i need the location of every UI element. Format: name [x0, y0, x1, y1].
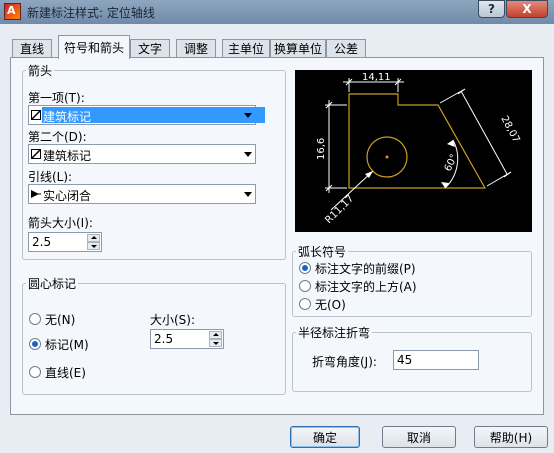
- arrow-size-value: 2.5: [32, 235, 52, 249]
- center-size-value: 2.5: [154, 332, 174, 346]
- arc-above-label: 标注文字的上方(A): [315, 280, 417, 294]
- second-arrow-value: 建筑标记: [43, 149, 92, 163]
- preview-left-dimension: 16,6: [316, 138, 327, 160]
- increment-icon[interactable]: [87, 234, 100, 242]
- preview-radius-dimension: R11,17: [323, 193, 356, 226]
- arc-none-label: 无(O): [315, 298, 346, 312]
- second-arrow-select[interactable]: 建筑标记: [28, 144, 256, 164]
- arc-prefix-radio[interactable]: [299, 262, 311, 274]
- leader-label: 引线(L):: [28, 170, 73, 184]
- window-title: 新建标注样式: 定位轴线: [27, 6, 155, 20]
- close-button[interactable]: X: [506, 0, 548, 18]
- second-arrow-label: 第二个(D):: [28, 130, 87, 144]
- tab-lines[interactable]: 直线: [12, 39, 52, 57]
- jog-angle-label: 折弯角度(J):: [312, 355, 377, 369]
- title-bar[interactable]: A 新建标注样式: 定位轴线 ? X: [0, 0, 554, 24]
- center-mark-radio[interactable]: [29, 338, 41, 350]
- tab-symbols-arrows[interactable]: 符号和箭头: [58, 35, 130, 59]
- arrowheads-group-label: 箭头: [26, 62, 55, 79]
- tab-tolerances[interactable]: 公差: [326, 39, 366, 57]
- arrow-size-label: 箭头大小(I):: [28, 216, 93, 230]
- arc-above-radio[interactable]: [299, 280, 311, 292]
- tab-primary-units[interactable]: 主单位: [222, 39, 270, 57]
- center-line-label: 直线(E): [45, 366, 86, 380]
- tab-fit[interactable]: 调整: [176, 39, 216, 57]
- arc-none-radio[interactable]: [299, 298, 311, 310]
- preview-right-dimension: 28,07: [498, 114, 521, 144]
- jog-angle-input[interactable]: 45: [393, 350, 479, 370]
- center-mark-label: 标记(M): [45, 338, 89, 352]
- dimension-preview-drawing: 14,11 16,6 28,07 60° R11,17: [316, 72, 522, 226]
- center-line-radio[interactable]: [29, 366, 41, 378]
- chevron-down-icon: [244, 152, 252, 157]
- chevron-down-icon: [244, 113, 252, 118]
- architectural-tick-icon: [31, 149, 41, 159]
- chevron-down-icon: [244, 192, 252, 197]
- first-arrow-label: 第一项(T):: [28, 91, 85, 105]
- first-arrow-value: 建筑标记: [43, 110, 92, 124]
- architectural-tick-icon: [31, 110, 41, 120]
- radius-jog-group-label: 半径标注折弯: [296, 324, 373, 341]
- leader-select[interactable]: 实心闭合: [28, 184, 256, 204]
- help-button[interactable]: 帮助(H): [474, 426, 548, 448]
- decrement-icon[interactable]: [209, 339, 222, 347]
- tab-alternate-units[interactable]: 换算单位: [270, 39, 326, 57]
- leader-value: 实心闭合: [43, 189, 92, 203]
- preview-top-dimension: 14,11: [362, 72, 391, 83]
- increment-icon[interactable]: [209, 331, 222, 339]
- center-none-radio[interactable]: [29, 313, 41, 325]
- help-title-button[interactable]: ?: [478, 0, 505, 18]
- app-icon: A: [4, 3, 21, 20]
- decrement-icon[interactable]: [87, 242, 100, 250]
- center-size-label: 大小(S):: [150, 313, 196, 327]
- arc-length-group-label: 弧长符号: [296, 243, 349, 260]
- center-marks-group-label: 圆心标记: [26, 275, 79, 292]
- center-none-label: 无(N): [45, 313, 76, 327]
- tab-text[interactable]: 文字: [130, 39, 170, 57]
- cancel-button[interactable]: 取消: [382, 426, 456, 448]
- preview-panel: 14,11 16,6 28,07 60° R11,17: [295, 70, 532, 232]
- arrow-size-stepper[interactable]: 2.5: [28, 232, 102, 252]
- first-arrow-select[interactable]: 建筑标记: [28, 105, 265, 125]
- jog-angle-value: 45: [397, 353, 413, 367]
- closed-filled-arrow-icon: [31, 189, 41, 199]
- dialog-window: A 新建标注样式: 定位轴线 ? X 直线 符号和箭头 文字 调整 主单位 换算…: [0, 0, 554, 453]
- ok-button[interactable]: 确定: [290, 426, 360, 448]
- arc-prefix-label: 标注文字的前缀(P): [315, 262, 416, 276]
- center-size-stepper[interactable]: 2.5: [150, 329, 224, 349]
